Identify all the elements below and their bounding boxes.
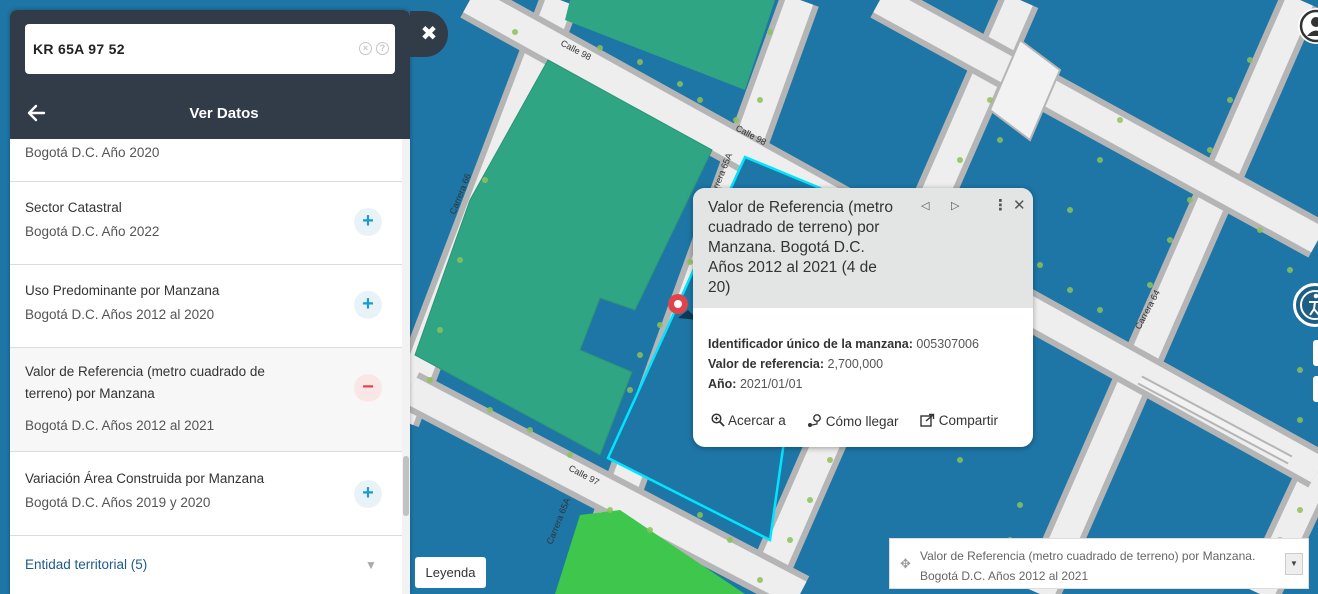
item-subtitle: Bogotá D.C. Año 2020	[25, 145, 160, 160]
directions-label: Cómo llegar	[825, 414, 899, 429]
triangle-left-icon[interactable]: ◁	[921, 199, 929, 212]
user-glyph	[1299, 9, 1318, 43]
triangle-right-icon[interactable]: ▷	[951, 199, 959, 212]
field-row: Valor de referencia: 2,700,000	[708, 354, 979, 374]
share-icon	[920, 413, 935, 427]
share-label: Compartir	[938, 413, 999, 428]
list-item-active[interactable]: Valor de Referencia (metro cuadrado de t…	[10, 348, 402, 452]
directions-button[interactable]: Cómo llegar	[807, 413, 899, 429]
group-label: Entidad territorial (5)	[25, 557, 148, 572]
item-title: Variación Área Construida por Manzana	[25, 471, 265, 486]
list-item[interactable]: Bogotá D.C. Año 2020	[10, 139, 402, 182]
field-label: Año:	[708, 377, 737, 391]
chevron-down-icon[interactable]: ▼	[1285, 553, 1303, 575]
accessibility-glyph	[1300, 290, 1318, 320]
zoom-to-label: Acercar a	[728, 413, 786, 428]
help-icon[interactable]: ?	[376, 42, 389, 55]
map-tool-tab[interactable]	[1313, 376, 1318, 402]
item-title: Sector Catastral	[25, 200, 122, 215]
remove-layer-button[interactable]: −	[354, 374, 382, 402]
info-popup: Valor de Referencia (metro cuadrado de t…	[693, 188, 1033, 447]
add-layer-button[interactable]: +	[354, 480, 382, 508]
item-subtitle: Bogotá D.C. Años 2012 al 2020	[25, 307, 215, 322]
zoom-in-icon	[711, 413, 725, 427]
side-panel: KR 65A 97 52 × ? Ver Datos Bogotá D.C. A…	[10, 10, 410, 594]
field-value: 005307006	[916, 337, 979, 351]
list-item[interactable]: Variación Área Construida por Manzana Bo…	[10, 452, 402, 536]
accessibility-icon[interactable]	[1293, 283, 1318, 327]
field-label: Valor de referencia:	[708, 357, 825, 371]
popup-title: Valor de Referencia (metro cuadrado de t…	[708, 199, 893, 296]
user-icon[interactable]	[1298, 8, 1318, 44]
popup-fields: Identificador único de la manzana: 00530…	[708, 334, 979, 394]
field-value: 2,700,000	[827, 357, 884, 371]
active-layer-select[interactable]: ✥ Valor de Referencia (metro cuadrado de…	[889, 538, 1309, 589]
add-layer-button[interactable]: +	[354, 208, 382, 236]
clear-search-icon[interactable]: ×	[359, 42, 372, 55]
item-title: Uso Predominante por Manzana	[25, 283, 220, 298]
item-subtitle: Bogotá D.C. Años 2012 al 2021	[25, 418, 215, 433]
add-layer-button[interactable]: +	[354, 291, 382, 319]
scrollbar-track[interactable]	[402, 139, 410, 594]
panel-title: Ver Datos	[189, 105, 259, 122]
legend-button[interactable]: Leyenda	[415, 557, 486, 588]
scrollbar-thumb[interactable]	[403, 456, 409, 516]
more-vertical-icon[interactable]: ⋮	[993, 196, 1008, 214]
field-row: Año: 2021/01/01	[708, 374, 979, 394]
street-label-carrera65a-bottom: Carrera 65A	[545, 497, 573, 546]
zoom-to-button[interactable]: Acercar a	[711, 413, 786, 428]
item-title: Valor de Referencia (metro cuadrado de t…	[25, 364, 265, 401]
field-label: Identificador único de la manzana:	[708, 337, 913, 351]
field-row: Identificador único de la manzana: 00530…	[708, 334, 979, 354]
group-header[interactable]: Entidad territorial (5) ▼	[10, 536, 402, 594]
active-layer-label: Valor de Referencia (metro cuadrado de t…	[920, 549, 1256, 583]
chevron-down-icon[interactable]: ▼	[365, 558, 377, 572]
map-tool-tab[interactable]	[1313, 340, 1318, 366]
item-subtitle: Bogotá D.C. Años 2019 y 2020	[25, 495, 211, 510]
directions-icon	[808, 414, 821, 427]
popup-header: Valor de Referencia (metro cuadrado de t…	[693, 188, 1033, 308]
panel-header: KR 65A 97 52 × ? Ver Datos	[10, 10, 410, 139]
item-subtitle: Bogotá D.C. Año 2022	[25, 224, 160, 239]
field-value: 2021/01/01	[739, 377, 803, 391]
layer-list: Bogotá D.C. Año 2020 Sector Catastral Bo…	[10, 139, 402, 594]
list-item[interactable]: Sector Catastral Bogotá D.C. Año 2022 +	[10, 182, 402, 265]
search-input-value[interactable]: KR 65A 97 52	[33, 41, 125, 57]
close-icon: ✖	[420, 23, 438, 45]
share-button[interactable]: Compartir	[920, 413, 998, 428]
close-icon[interactable]: ✕	[1013, 196, 1026, 214]
list-item[interactable]: Uso Predominante por Manzana Bogotá D.C.…	[10, 265, 402, 348]
search-input[interactable]: KR 65A 97 52 × ?	[25, 24, 395, 74]
move-icon[interactable]: ✥	[900, 556, 911, 572]
